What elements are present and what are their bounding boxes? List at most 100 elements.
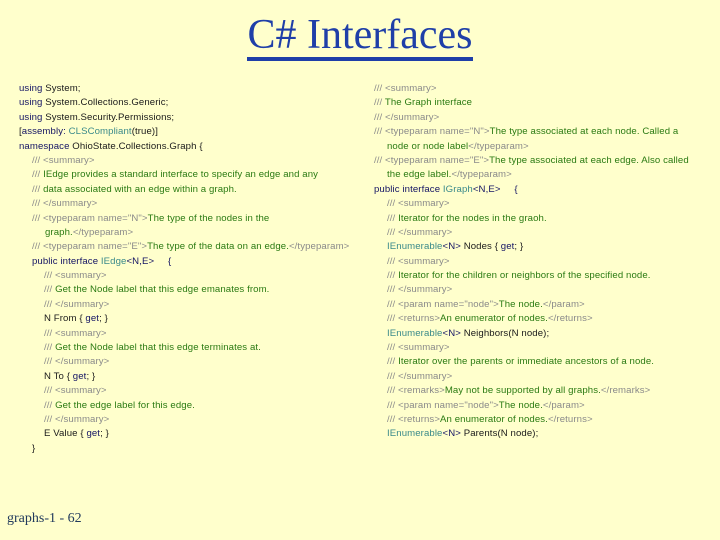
code-token: System.Collections.Generic; [45,97,169,109]
code-line: /// <summary> [19,154,364,168]
code-line: } [19,442,364,456]
code-token: /// <summary> [374,83,437,94]
code-line: N To { get; } [19,370,364,384]
code-token: </typeparam> [72,226,134,238]
code-token: /// <typeparam name="N"> [374,126,490,138]
code-token: ; } [100,428,109,440]
code-token: public interface [32,255,101,267]
code-line: /// </summary> [374,226,714,240]
code-token: the edge label. [387,169,452,181]
code-token: /// </summary> [387,226,453,238]
code-token: </returns> [547,313,593,325]
code-line: /// </summary> [19,355,364,369]
code-token: /// [387,270,399,282]
code-line: /// <summary> [19,269,364,283]
code-token: IEdge provides a standard interface to s… [43,169,319,181]
slide-title-text: C# Interfaces [247,13,473,61]
code-line: node or node label</typeparam> [374,140,714,154]
code-token: using [19,97,46,109]
code-line: /// data associated with an edge within … [19,183,364,197]
code-token: <N,E> { [472,183,518,195]
code-token: The node. [498,399,543,411]
code-line: public interface IGraph<N,E> { [374,183,714,197]
code-block-iedge: using System; using System.Collections.Ge… [19,82,364,456]
code-token: N To { [44,370,73,382]
code-token: /// </summary> [387,370,453,382]
code-token: System; [45,83,81,94]
code-token: An enumerator of nodes. [440,413,548,425]
code-token: <N> [442,327,461,339]
code-token: The type of the nodes in the [147,212,270,224]
code-token: </typeparam> [288,241,350,253]
code-line: /// <summary> [374,341,714,355]
code-token: IEnumerable [387,327,443,339]
code-token: /// </summary> [32,198,98,210]
code-line: the edge label.</typeparam> [374,168,714,182]
code-token: IEnumerable [387,241,443,253]
code-line: E Value { get; } [19,427,364,441]
code-line: /// </summary> [19,298,364,312]
code-line: using System; [19,82,364,96]
code-line: /// <returns>An enumerator of nodes.</re… [374,413,714,427]
code-token: /// <typeparam name="E"> [32,241,148,253]
code-line: /// <summary> [374,255,714,269]
code-line: /// Get the Node label that this edge te… [19,341,364,355]
code-token: The type of the data on an edge. [147,241,289,253]
code-token: /// </summary> [44,298,110,310]
code-token: /// [32,169,44,181]
code-token: May not be supported by all graphs. [444,385,601,397]
code-token: public interface [374,183,443,195]
code-token: /// [387,212,399,224]
code-line: N From { get; } [19,312,364,326]
code-line: /// <param name="node">The node.</param> [374,399,714,413]
code-token: graph. [45,226,73,238]
code-token: using [19,111,46,123]
code-token: ; } [86,370,96,382]
code-token: /// <summary> [387,342,450,354]
code-token: Nodes { [460,241,501,253]
code-token: get [85,313,100,325]
code-line: /// <typeparam name="N">The type of the … [19,212,364,226]
code-line: /// </summary> [19,413,364,427]
code-token: } [32,442,36,454]
code-token: IEnumerable [387,428,443,440]
code-token: assembly: [21,126,69,138]
code-token: Iterator for the nodes in the graoh. [398,212,547,224]
code-token: Iterator over the parents or immediate a… [398,356,655,368]
code-token: /// <summary> [44,327,107,339]
code-token: The type associated at each node. Called… [489,126,679,138]
slide-title: C# Interfaces [0,10,720,61]
code-token: get [72,370,87,382]
code-token: /// </summary> [374,111,440,123]
code-line: /// <typeparam name="N">The type associa… [374,125,714,139]
code-token: /// [44,342,56,354]
code-line: /// The Graph interface [374,96,714,110]
code-line: /// <remarks>May not be supported by all… [374,384,714,398]
code-line: /// <summary> [374,82,714,96]
code-token: /// <typeparam name="N"> [32,212,148,224]
code-token: /// </summary> [44,356,110,368]
code-token: <N> [442,241,461,253]
code-line: /// </summary> [374,370,714,384]
code-token: /// </summary> [44,413,110,425]
code-token: </typeparam> [468,140,529,152]
code-token: using [19,83,46,94]
code-token: The node. [498,298,543,310]
code-token: Get the Node label that this edge emanat… [55,284,270,296]
code-token: (true)] [131,126,158,138]
code-line: /// <param name="node">The node.</param> [374,298,714,312]
code-line: using System.Security.Permissions; [19,111,364,125]
code-token: /// <returns> [387,313,441,325]
code-token: <N> [442,428,461,440]
code-token: </param> [542,298,585,310]
code-line: /// </summary> [374,111,714,125]
code-block-igraph: /// <summary>/// The Graph interface/// … [374,82,714,442]
code-token: namespace [19,140,73,152]
code-token: /// <param name="node"> [387,298,499,310]
code-token: </returns> [547,413,593,425]
code-line: /// IEdge provides a standard interface … [19,168,364,182]
code-line: /// <returns>An enumerator of nodes.</re… [374,312,714,326]
code-line: /// Iterator over the parents or immedia… [374,355,714,369]
code-token: node or node label [387,140,469,152]
code-token: get [86,428,101,440]
